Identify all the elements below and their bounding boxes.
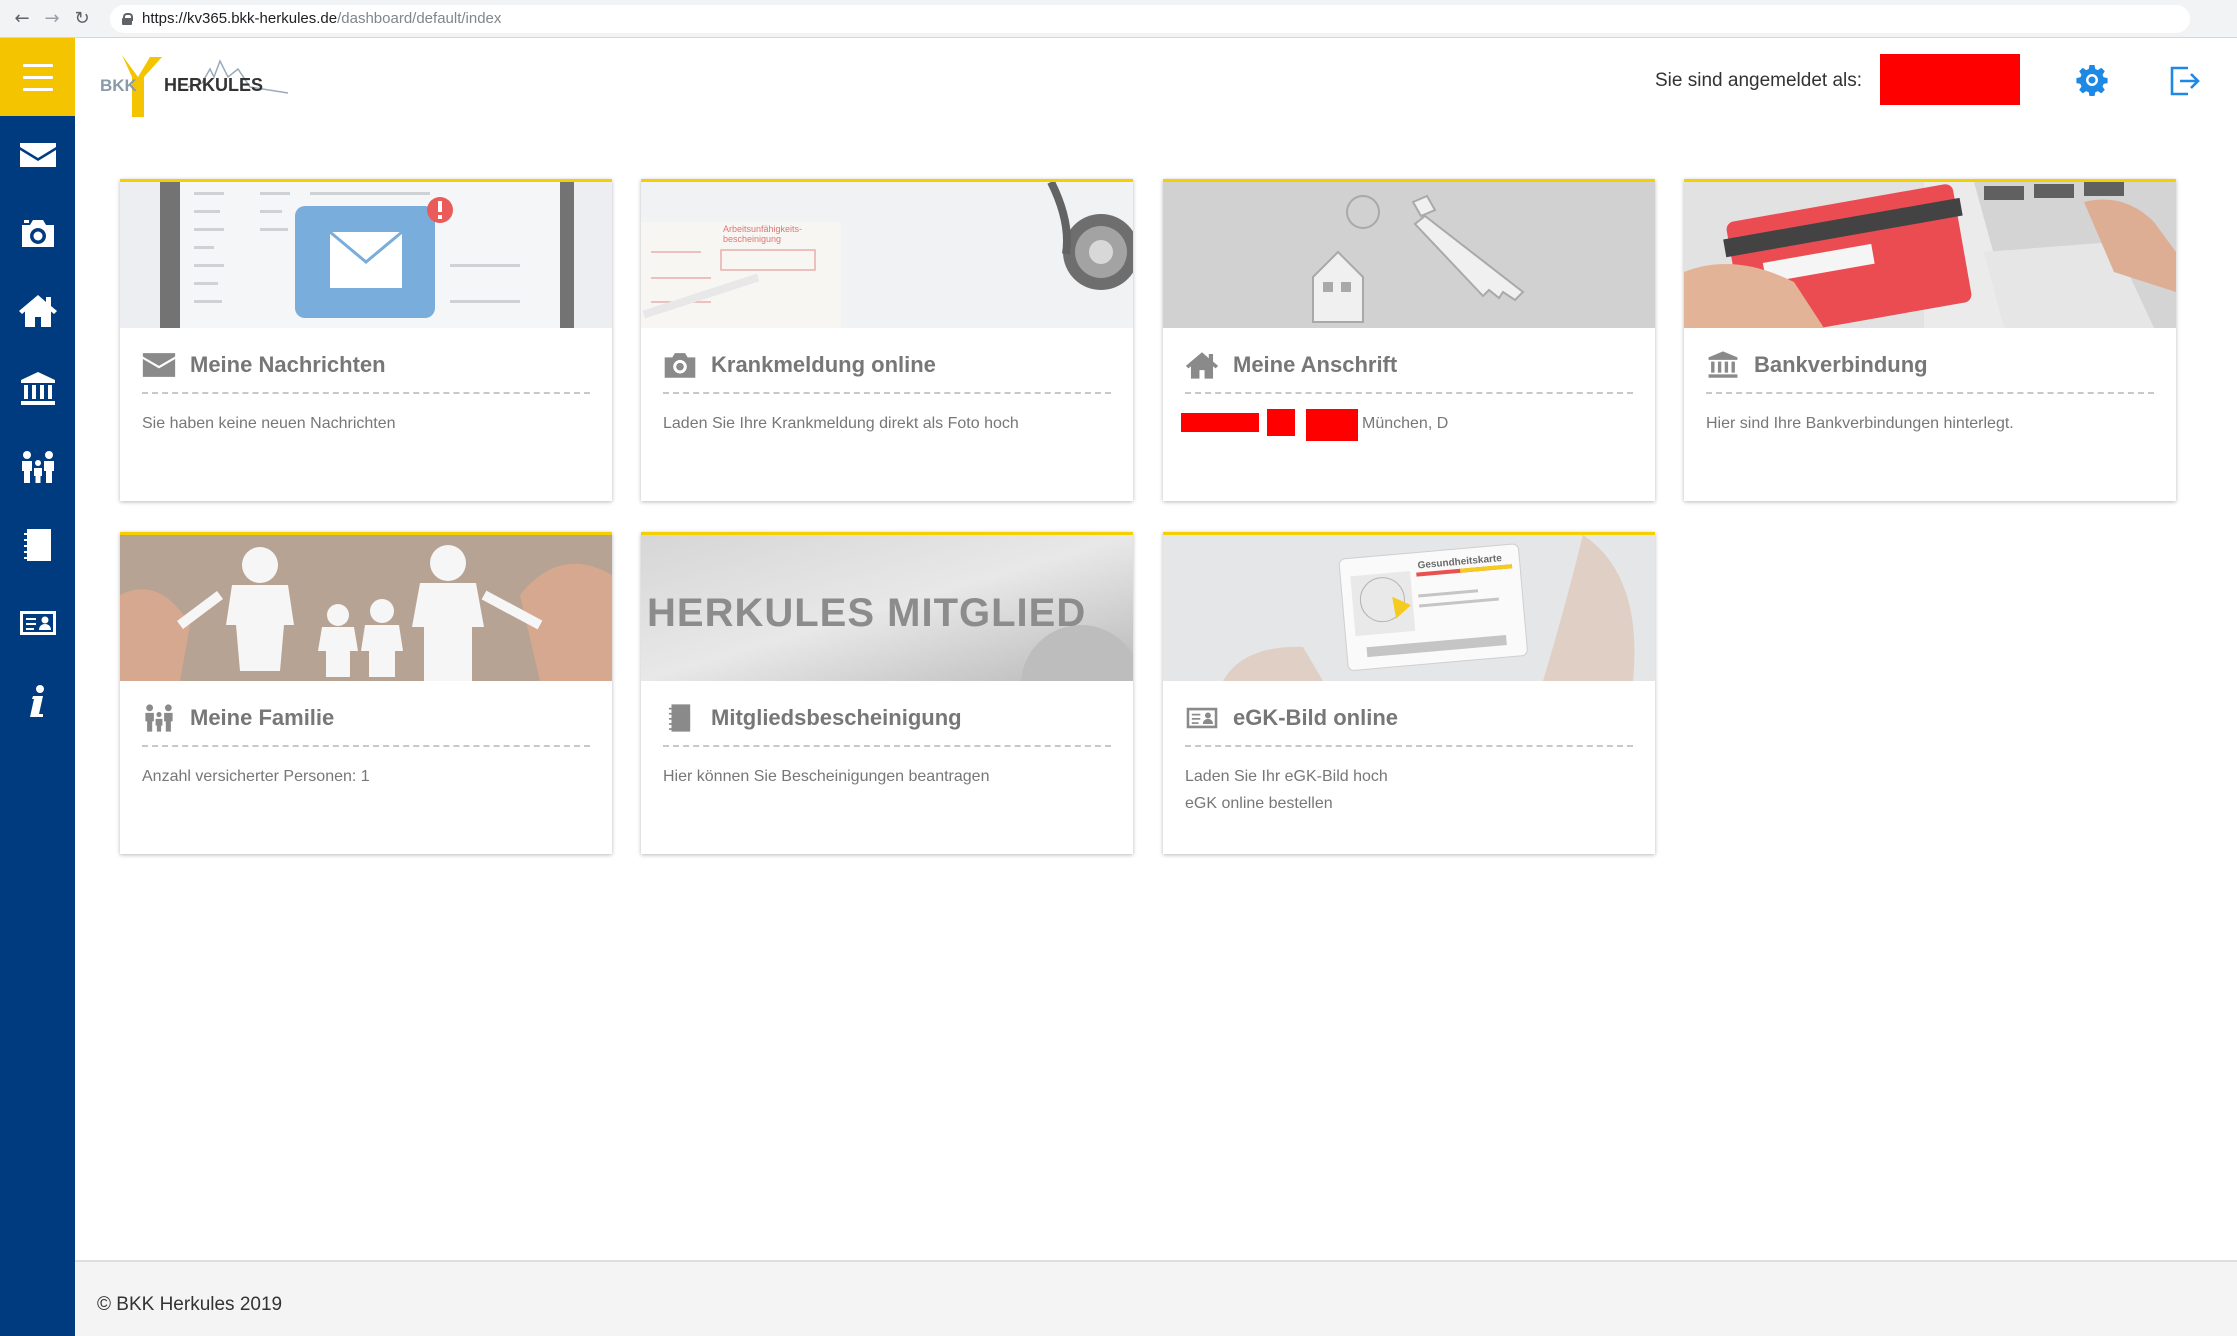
sidebar-item-messages[interactable] bbox=[0, 116, 75, 194]
card-description-city: München, D bbox=[1362, 415, 1449, 432]
redacted-postal-code bbox=[1306, 409, 1358, 441]
divider bbox=[142, 392, 590, 394]
card-title-text: eGK-Bild online bbox=[1233, 705, 1398, 730]
redacted-house-number bbox=[1267, 409, 1295, 436]
camera-icon bbox=[664, 353, 696, 378]
hamburger-menu-button[interactable] bbox=[0, 38, 75, 116]
sidebar-item-family[interactable] bbox=[0, 428, 75, 506]
camera-icon bbox=[21, 220, 54, 247]
notebook-icon bbox=[668, 704, 691, 732]
card-description: Anzahl versicherter Personen: 1 bbox=[142, 768, 370, 785]
bank-icon bbox=[20, 372, 55, 405]
card-family[interactable]: Meine Familie Anzahl versicherter Person… bbox=[120, 532, 612, 854]
card-image-messages bbox=[120, 182, 612, 328]
card-title-messages: Meine Nachrichten bbox=[142, 350, 386, 380]
card-image-family bbox=[120, 535, 612, 681]
logo-herkules-text: HERKULES bbox=[164, 75, 263, 95]
copyright-text: © BKK Herkules 2019 bbox=[97, 1294, 283, 1315]
back-icon[interactable]: ← bbox=[8, 5, 36, 33]
sidebar-item-bank[interactable] bbox=[0, 350, 75, 428]
divider bbox=[1706, 392, 2154, 394]
sidebar bbox=[0, 38, 75, 1336]
family-icon bbox=[21, 451, 54, 483]
sidebar-item-address[interactable] bbox=[0, 272, 75, 350]
card-title-family: Meine Familie bbox=[142, 703, 334, 733]
url-host: https://kv365.bkk-herkules.de bbox=[142, 10, 338, 27]
divider bbox=[663, 392, 1111, 394]
home-icon bbox=[1185, 352, 1219, 379]
settings-gear-icon[interactable] bbox=[2076, 64, 2108, 96]
lock-icon bbox=[122, 12, 133, 25]
card-sick-note[interactable]: Arbeitsunfähigkeits- bescheinigung Krank… bbox=[641, 179, 1133, 501]
divider bbox=[1185, 392, 1633, 394]
logout-icon[interactable] bbox=[2168, 64, 2202, 98]
card-membership-certificate[interactable]: HERKULES MITGLIED Mitgliedsbescheinigung… bbox=[641, 532, 1133, 854]
card-title-text: Mitgliedsbescheinigung bbox=[711, 705, 962, 730]
card-title-text: Meine Nachrichten bbox=[190, 352, 386, 377]
card-image-bank bbox=[1684, 182, 2176, 328]
sidebar-item-sick-note[interactable] bbox=[0, 194, 75, 272]
card-title-sick-note: Krankmeldung online bbox=[663, 350, 936, 380]
logged-in-label: Sie sind angemeldet als: bbox=[1655, 70, 1863, 91]
redacted-username bbox=[1880, 54, 2020, 105]
card-title-membership: Mitgliedsbescheinigung bbox=[663, 703, 962, 733]
reload-icon[interactable]: ↻ bbox=[68, 5, 96, 33]
card-description: Laden Sie Ihr eGK-Bild hoch eGK online b… bbox=[1185, 763, 1388, 817]
info-icon bbox=[29, 685, 44, 717]
browser-toolbar: ← → ↻ https://kv365.bkk-herkules.de/dash… bbox=[0, 0, 2237, 38]
card-description: Sie haben keine neuen Nachrichten bbox=[142, 415, 396, 432]
card-address[interactable]: Meine Anschrift München, D bbox=[1163, 179, 1655, 501]
card-description: Hier können Sie Bescheinigungen beantrag… bbox=[663, 768, 990, 785]
card-image-sick-note: Arbeitsunfähigkeits- bescheinigung bbox=[641, 182, 1133, 328]
card-title-egk: eGK-Bild online bbox=[1185, 703, 1398, 733]
url-path: /dashboard/default/index bbox=[337, 10, 502, 27]
divider bbox=[1185, 745, 1633, 747]
card-title-text: Bankverbindung bbox=[1754, 352, 1928, 377]
bkk-herkules-logo[interactable]: BKK HERKULES bbox=[98, 55, 288, 123]
card-image-egk: Gesundheitskarte bbox=[1163, 535, 1655, 681]
divider bbox=[142, 745, 590, 747]
image-text: HERKULES MITGLIED bbox=[647, 591, 1086, 635]
order-egk-online-link[interactable]: eGK online bestellen bbox=[1185, 790, 1388, 817]
sidebar-item-certificate[interactable] bbox=[0, 506, 75, 584]
card-title-text: Meine Familie bbox=[190, 705, 335, 730]
card-title-address: Meine Anschrift bbox=[1185, 350, 1397, 380]
card-title-text: Krankmeldung online bbox=[711, 352, 936, 377]
sidebar-item-info[interactable] bbox=[0, 662, 75, 740]
card-title-bank: Bankverbindung bbox=[1706, 350, 1928, 380]
card-image-membership: HERKULES MITGLIED bbox=[641, 535, 1133, 681]
redacted-street bbox=[1181, 413, 1259, 432]
sidebar-item-egk[interactable] bbox=[0, 584, 75, 662]
card-bank[interactable]: Bankverbindung Hier sind Ihre Bankverbin… bbox=[1684, 179, 2176, 501]
upload-egk-photo-link[interactable]: Laden Sie Ihr eGK-Bild hoch bbox=[1185, 763, 1388, 790]
envelope-icon bbox=[142, 353, 176, 377]
envelope-icon bbox=[19, 143, 56, 167]
card-egk-photo[interactable]: Gesundheitskarte eGK-Bild online Laden S… bbox=[1163, 532, 1655, 854]
footer: © BKK Herkules 2019 bbox=[75, 1260, 2237, 1336]
card-image-address bbox=[1163, 182, 1655, 328]
logo-bkk-text: BKK bbox=[100, 76, 138, 95]
home-icon bbox=[18, 295, 57, 327]
card-description: Hier sind Ihre Bankverbindungen hinterle… bbox=[1706, 415, 2014, 432]
id-card-icon bbox=[19, 611, 56, 635]
forward-icon[interactable]: → bbox=[38, 5, 66, 33]
card-messages[interactable]: Meine Nachrichten Sie haben keine neuen … bbox=[120, 179, 612, 501]
card-title-text: Meine Anschrift bbox=[1233, 352, 1398, 377]
id-card-icon bbox=[1186, 707, 1218, 729]
family-icon bbox=[145, 704, 173, 732]
card-description: Laden Sie Ihre Krankmeldung direkt als F… bbox=[663, 415, 1019, 432]
divider bbox=[663, 745, 1111, 747]
bank-icon bbox=[1708, 351, 1738, 378]
notebook-icon bbox=[23, 529, 51, 561]
address-bar[interactable]: https://kv365.bkk-herkules.de/dashboard/… bbox=[110, 4, 2190, 33]
